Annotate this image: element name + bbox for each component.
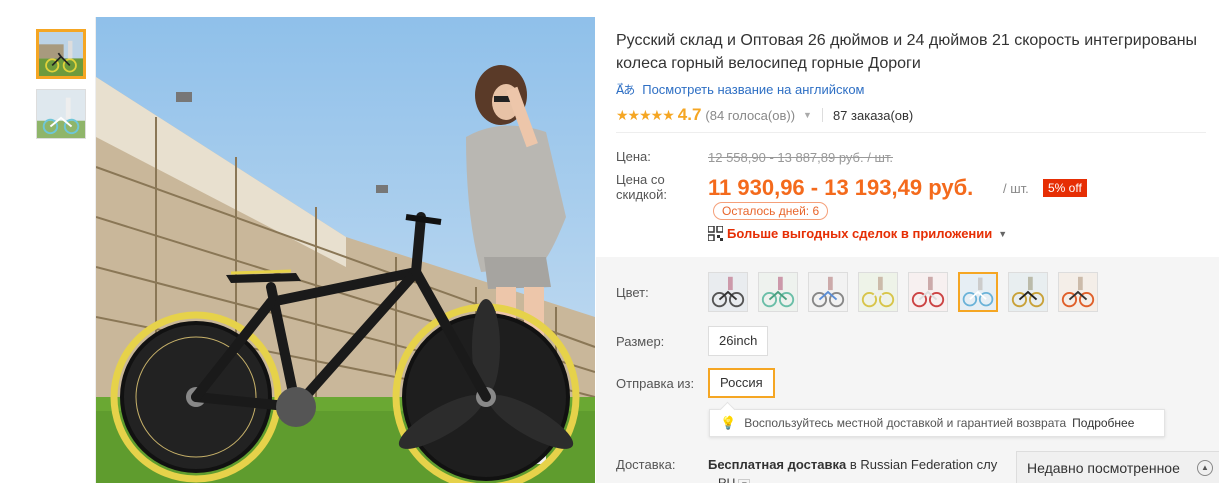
- rating-stars-icon: ★★★★★: [616, 106, 675, 123]
- lightbulb-icon: 💡: [720, 415, 737, 430]
- thumbnail-1[interactable]: [36, 29, 86, 79]
- delivery-destination: в Russian Federation слу: [846, 457, 998, 472]
- color-swatch-1[interactable]: [708, 272, 748, 312]
- delivery-country-select[interactable]: RU▼: [718, 476, 751, 483]
- options-section: Цвет: Размер: 26inch Отправка из: Россия…: [596, 257, 1219, 483]
- chevron-down-icon: ▼: [738, 479, 751, 483]
- color-label: Цвет:: [616, 285, 649, 300]
- discount-price-label: Цена со скидкой:: [616, 172, 667, 202]
- thumbnail-2[interactable]: [36, 89, 86, 139]
- recently-viewed-bar[interactable]: Недавно посмотренное ▲: [1016, 451, 1219, 483]
- price-label: Цена:: [616, 149, 651, 164]
- recently-viewed-label: Недавно посмотренное: [1027, 459, 1180, 476]
- rating-row: ★★★★★ 4.7 (84 голоса(ов)) ▼ 87 заказа(ов…: [616, 105, 913, 125]
- color-swatch-8[interactable]: [1058, 272, 1098, 312]
- color-swatch-7[interactable]: [1008, 272, 1048, 312]
- product-main-image[interactable]: [96, 17, 595, 483]
- votes-count[interactable]: (84 голоса(ов)): [705, 108, 795, 123]
- orders-count: 87 заказа(ов): [832, 107, 914, 123]
- chevron-up-icon[interactable]: ▲: [1197, 460, 1213, 476]
- caret-down-icon: ▼: [998, 228, 1008, 239]
- tooltip-text: Воспользуйтесь местной доставкой и гаран…: [744, 416, 1067, 430]
- color-swatch-3[interactable]: [808, 272, 848, 312]
- translate-link-text: Посмотреть название на английском: [642, 82, 865, 97]
- discount-badge: 5% off: [1043, 179, 1087, 197]
- price-unit: / шт.: [1003, 181, 1029, 196]
- color-swatch-4[interactable]: [858, 272, 898, 312]
- days-left-badge: Осталось дней: 6: [713, 202, 829, 220]
- app-deals-text: Больше выгодных сделок в приложении: [727, 226, 993, 241]
- price-section: Цена: 12 558,90 - 13 887,89 руб. / шт. Ц…: [596, 133, 1219, 257]
- product-title: Русский склад и Оптовая 26 дюймов и 24 д…: [616, 32, 1198, 72]
- ship-from-russia[interactable]: Россия: [708, 368, 775, 398]
- color-swatch-5[interactable]: [908, 272, 948, 312]
- discount-price: 11 930,96 - 13 193,49 руб.: [708, 175, 974, 200]
- local-delivery-tooltip: 💡 Воспользуйтесь местной доставкой и гар…: [709, 409, 1166, 437]
- translate-link[interactable]: A⃗あ Посмотреть название на английском: [616, 81, 865, 98]
- color-swatches: [708, 272, 1108, 312]
- delivery-free-text: Бесплатная доставка: [708, 457, 847, 472]
- divider: [821, 108, 823, 122]
- size-label: Размер:: [616, 334, 665, 349]
- qr-code-icon: [708, 226, 723, 241]
- rating-value: 4.7: [677, 105, 702, 124]
- delivery-info: Бесплатная доставка в Russian Federation…: [708, 457, 997, 472]
- app-deals-link[interactable]: Больше выгодных сделок в приложении ▼: [708, 226, 1007, 241]
- old-price: 12 558,90 - 13 887,89 руб. / шт.: [708, 150, 894, 165]
- product-info-panel: Русский склад и Оптовая 26 дюймов и 24 д…: [596, 17, 1219, 483]
- color-swatch-6[interactable]: [958, 272, 998, 312]
- color-swatch-2[interactable]: [758, 272, 798, 312]
- thumbnail-column: [26, 17, 96, 483]
- size-option-26inch[interactable]: 26inch: [708, 326, 769, 356]
- chevron-down-icon[interactable]: ▼: [803, 110, 812, 120]
- translate-icon: A⃗あ: [616, 83, 635, 97]
- ship-from-label: Отправка из:: [616, 376, 695, 391]
- delivery-label: Доставка:: [616, 457, 676, 472]
- tooltip-more-link[interactable]: Подробнее: [1072, 416, 1134, 430]
- delivery-country: RU: [718, 476, 736, 483]
